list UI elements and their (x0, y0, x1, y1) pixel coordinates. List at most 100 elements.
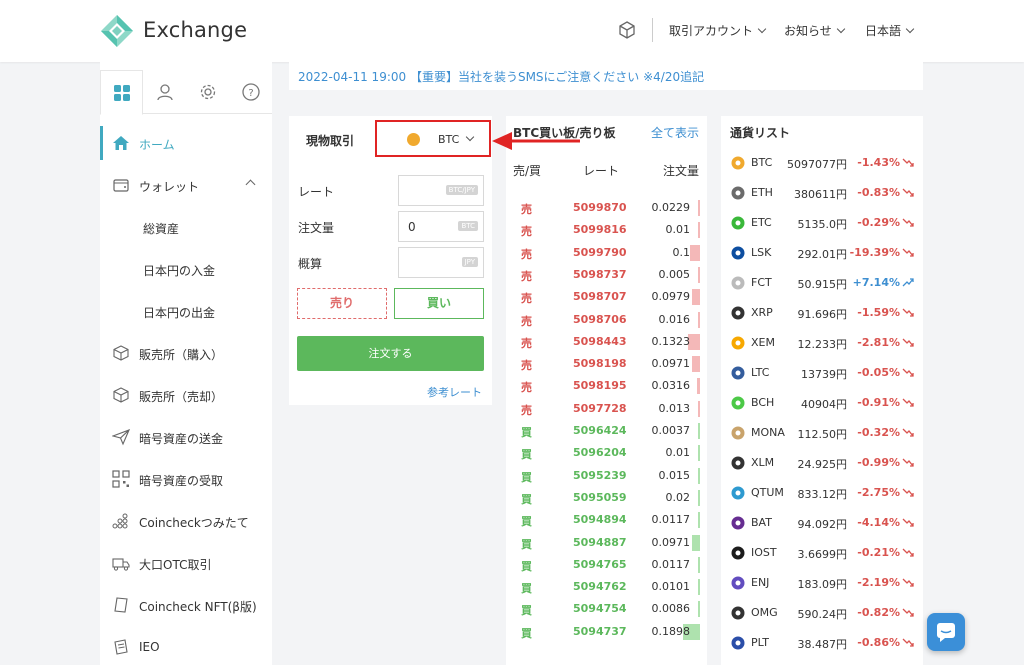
order-book-row[interactable]: 買 5094765 0.0117 (506, 554, 707, 576)
sidebar-item-receive[interactable]: 暗号資産の受取 (100, 458, 272, 500)
menu-notices[interactable]: お知らせ (784, 22, 846, 39)
sidebar-item-total-assets[interactable]: 総資産 (100, 206, 272, 248)
sidebar-item-buy[interactable]: 販売所（購入） (100, 332, 272, 374)
sidebar-item-nft[interactable]: Coincheck NFT(β版) (100, 584, 272, 626)
trend-down-icon (902, 218, 914, 227)
order-qty: 0.005 (658, 267, 691, 281)
order-book-row[interactable]: 買 5094894 0.0117 (506, 509, 707, 531)
order-book-row[interactable]: 売 5098195 0.0316 (506, 375, 707, 397)
order-book-row[interactable]: 売 5099870 0.0229 (506, 197, 707, 219)
estimate-input[interactable]: JPY (398, 247, 484, 278)
order-book-row[interactable]: 買 5094887 0.0971 (506, 532, 707, 554)
tab-help[interactable]: ? (229, 70, 272, 114)
order-rate: 5099790 (573, 245, 627, 259)
currency-row[interactable]: ENJ 183.09円 -2.19% (721, 568, 923, 598)
currency-row[interactable]: IOST 3.6699円 -0.21% (721, 538, 923, 568)
trend-down-icon (902, 368, 914, 377)
show-all-link[interactable]: 全て表示 (651, 124, 699, 141)
header-divider (652, 18, 653, 42)
currency-change: -2.81% (857, 336, 900, 349)
currency-row[interactable]: OMG 590.24円 -0.82% (721, 598, 923, 628)
currency-row[interactable]: LSK 292.01円 -19.39% (721, 238, 923, 268)
order-book-row[interactable]: 売 5098707 0.0979 (506, 286, 707, 308)
tab-account[interactable] (143, 70, 186, 114)
order-book-row[interactable]: 買 5095239 0.015 (506, 465, 707, 487)
trend-down-icon (902, 608, 914, 617)
rate-input[interactable]: BTC/JPY (398, 175, 484, 206)
sidebar-item-ieo[interactable]: IEO (100, 626, 272, 665)
currency-row[interactable]: ETC 5135.0円 -0.29% (721, 208, 923, 238)
currency-symbol: IOST (751, 546, 777, 559)
order-rate: 5096424 (573, 424, 627, 437)
sidebar-item-wallet[interactable]: ウォレット (100, 164, 272, 206)
currency-row[interactable]: XRP 91.696円 -1.59% (721, 298, 923, 328)
chevron-up-icon[interactable] (245, 179, 256, 190)
place-order-button[interactable]: 注文する (297, 336, 484, 371)
order-qty: 0.01 (665, 446, 691, 460)
currency-row[interactable]: BCH 40904円 -0.91% (721, 388, 923, 418)
currency-row[interactable]: PLT 38.487円 -0.86% (721, 628, 923, 658)
currency-row[interactable]: ETH 380611円 -0.83% (721, 178, 923, 208)
coin-selector[interactable]: BTC (375, 120, 491, 157)
menu-trading-account[interactable]: 取引アカウント (669, 22, 767, 39)
sidebar-item-send[interactable]: 暗号資産の送金 (100, 416, 272, 458)
tab-dashboard[interactable] (100, 70, 143, 115)
order-side: 買 (521, 426, 532, 439)
order-side: 買 (521, 448, 532, 462)
currency-change: -0.86% (857, 636, 900, 649)
order-book-row[interactable]: 売 5099790 0.1 (506, 242, 707, 264)
order-book-row[interactable]: 売 5098737 0.005 (506, 264, 707, 286)
order-rate: 5095239 (573, 468, 627, 482)
order-book-row[interactable]: 買 5094737 0.1898 (506, 621, 707, 643)
order-qty: 0.0117 (651, 557, 691, 571)
order-book-row[interactable]: 買 5094754 0.0086 (506, 598, 707, 620)
currency-row[interactable]: XEM 12.233円 -2.81% (721, 328, 923, 358)
depth-bar (698, 489, 700, 506)
chat-button[interactable] (927, 613, 965, 651)
currency-row[interactable]: BAT 94.092円 -4.14% (721, 508, 923, 538)
amount-input[interactable]: 0 BTC (398, 211, 484, 242)
svg-text:?: ? (248, 88, 253, 99)
sidebar-item-label: 大口OTC取引 (139, 558, 212, 572)
currency-change: -2.19% (857, 576, 900, 589)
tab-settings[interactable] (186, 70, 229, 114)
order-book-row[interactable]: 売 5098443 0.1323 (506, 331, 707, 353)
currency-row[interactable]: FCT 50.915円 +7.14% (721, 268, 923, 298)
currency-row[interactable]: BTC 5097077円 -1.43% (721, 148, 923, 178)
order-book-row[interactable]: 買 5096204 0.01 (506, 442, 707, 464)
currency-row[interactable]: XLM 24.925円 -0.99% (721, 448, 923, 478)
buy-toggle-button[interactable]: 買い (394, 288, 484, 319)
sidebar-item-jpy-deposit[interactable]: 日本円の入金 (100, 248, 272, 290)
ieo-icon (114, 639, 128, 655)
sidebar-item-home[interactable]: ホーム (100, 122, 272, 164)
sell-toggle-button[interactable]: 売り (297, 288, 387, 319)
plt-icon (731, 636, 745, 650)
order-book-row[interactable]: 売 5098198 0.0971 (506, 353, 707, 375)
sidebar-item-otc[interactable]: 大口OTC取引 (100, 542, 272, 584)
currency-row[interactable]: LTC 13739円 -0.05% (721, 358, 923, 388)
currency-symbol: FCT (751, 276, 772, 289)
order-book-row[interactable]: 買 5096424 0.0037 (506, 420, 707, 442)
order-side: 売 (521, 314, 532, 328)
reference-rate-link[interactable]: 参考レート (427, 384, 482, 400)
logo-text[interactable]: Exchange (143, 18, 247, 42)
trend-down-icon (902, 308, 914, 317)
order-book-row[interactable]: 買 5094762 0.0101 (506, 576, 707, 598)
order-qty: 0.0971 (651, 535, 691, 549)
notice-banner[interactable]: 2022-04-11 19:00 【重要】当社を装うSMSにご注意ください ※4… (289, 62, 923, 90)
sidebar-item-jpy-withdraw[interactable]: 日本円の出金 (100, 290, 272, 332)
currency-row[interactable]: QTUM 833.12円 -2.75% (721, 478, 923, 508)
sidebar-item-accumulate[interactable]: Coincheckつみたて (100, 500, 272, 542)
order-book-row[interactable]: 売 5098706 0.016 (506, 309, 707, 331)
order-book-row[interactable]: 売 5097728 0.013 (506, 398, 707, 420)
cube-icon[interactable] (617, 20, 637, 40)
order-book-row[interactable]: 売 5099816 0.01 (506, 219, 707, 241)
estimate-label: 概算 (298, 257, 323, 271)
order-rate: 5098443 (573, 334, 627, 348)
order-book-row[interactable]: 買 5095059 0.02 (506, 487, 707, 509)
sidebar-item-sell[interactable]: 販売所（売却） (100, 374, 272, 416)
menu-language[interactable]: 日本語 (865, 22, 915, 39)
logo-icon[interactable] (100, 14, 134, 48)
currency-row[interactable]: MONA 112.50円 -0.32% (721, 418, 923, 448)
rate-label: レート (298, 185, 335, 199)
